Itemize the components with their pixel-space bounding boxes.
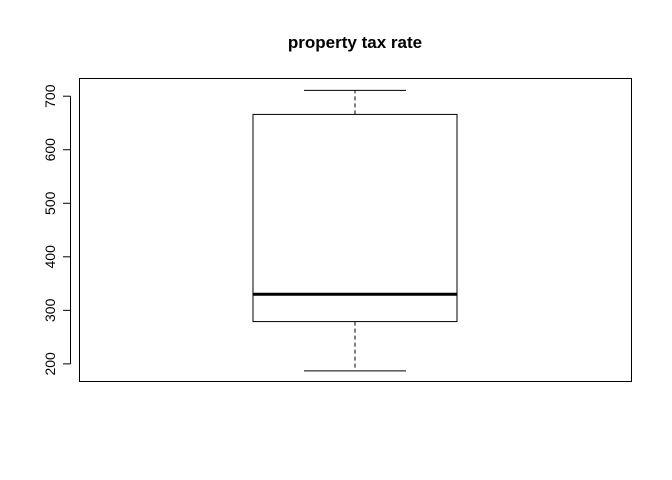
y-tick-label: 200 [42, 352, 58, 376]
y-tick-label: 500 [42, 191, 58, 215]
chart-title: property tax rate [288, 33, 422, 52]
box-layer [252, 89, 458, 372]
iqr-box [252, 113, 458, 323]
y-axis: 200 300 400 500 600 700 [42, 84, 71, 376]
y-tick-label: 300 [42, 298, 58, 322]
boxplot-chart: property tax rate 200 300 400 500 600 700 [42, 33, 632, 382]
y-tick-label: 700 [42, 84, 58, 108]
y-tick-label: 600 [42, 138, 58, 162]
y-tick-label: 400 [42, 245, 58, 269]
